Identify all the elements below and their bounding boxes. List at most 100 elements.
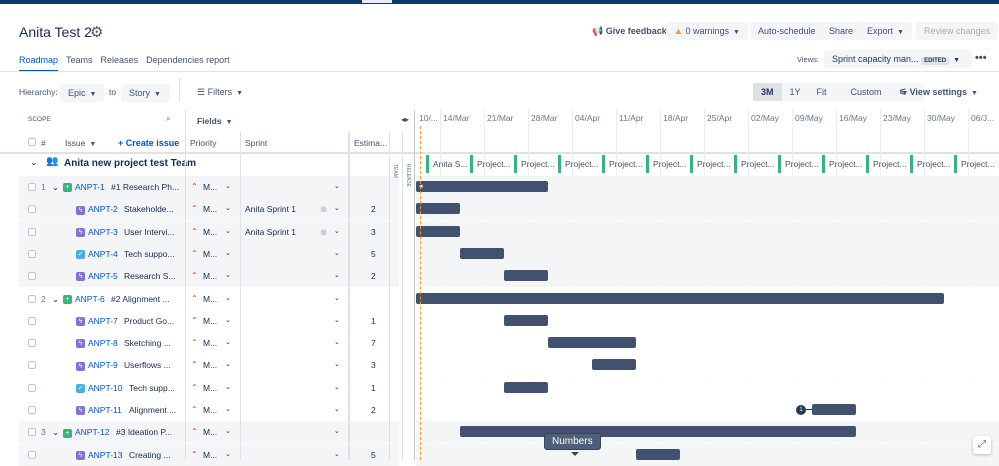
issue-key[interactable]: ANPT-13 <box>88 444 123 466</box>
schedule-bar[interactable] <box>416 292 944 304</box>
table-row[interactable]: 2 ⌄ + ANPT-6 #2 Alignment ... ⌃ M... ⌄ ⌄ <box>0 287 999 310</box>
issue-key[interactable]: ANPT-8 <box>88 332 118 354</box>
issue-summary[interactable]: Product Go... <box>124 310 185 332</box>
estimate-value[interactable]: 2 <box>371 265 376 287</box>
warnings-button[interactable]: ▲ 0 warnings ▼ <box>666 22 748 40</box>
schedule-bar[interactable] <box>504 270 548 282</box>
row-checkbox[interactable] <box>28 428 36 437</box>
issue-summary[interactable]: Stakeholde... <box>124 198 185 220</box>
table-row[interactable]: ϟ ANPT-3 User Intervi... ⌃ M... ⌄ Anita … <box>0 220 999 243</box>
issue-summary[interactable]: Sketching ... <box>124 332 185 354</box>
chevron-down-icon[interactable]: ⌄ <box>334 243 340 265</box>
more-icon[interactable]: ••• <box>975 52 987 64</box>
estimate-value[interactable]: 5 <box>371 243 376 265</box>
row-checkbox[interactable] <box>28 272 36 281</box>
issue-summary[interactable]: Tech supp... <box>129 377 185 399</box>
table-row[interactable]: ✓ ANPT-10 Tech supp... ⌃ M... ⌄ ⌄ 1 <box>0 376 999 399</box>
row-checkbox[interactable] <box>28 227 36 236</box>
priority-value[interactable]: M... <box>203 221 217 243</box>
chevron-down-icon[interactable]: ⌄ <box>334 354 340 376</box>
sprint-marker[interactable]: Anita S... <box>426 155 468 173</box>
chevron-down-icon[interactable]: ⌄ <box>225 221 231 243</box>
auto-schedule-button[interactable]: Auto-schedule <box>750 22 824 40</box>
select-all-checkbox[interactable] <box>28 138 36 146</box>
give-feedback-button[interactable]: 📢 Give feedback <box>592 22 667 40</box>
chevron-down-icon[interactable]: ⌄ <box>225 310 231 332</box>
issue-key[interactable]: ANPT-11 <box>88 399 122 421</box>
chevron-down-icon[interactable]: ⌄ <box>225 265 231 287</box>
sprint-marker[interactable]: Project... <box>954 155 995 173</box>
chevron-down-icon[interactable]: ⌄ <box>334 421 340 443</box>
priority-value[interactable]: M... <box>203 310 217 332</box>
chevron-down-icon[interactable]: ⌄ <box>334 377 340 399</box>
chevron-down-icon[interactable]: ⌄ <box>334 198 340 220</box>
chevron-down-icon[interactable]: ⌄ <box>225 444 231 466</box>
issue-header[interactable]: Issue ▼ <box>65 138 96 148</box>
priority-value[interactable]: M... <box>203 354 217 376</box>
issue-key[interactable]: ANPT-1 <box>75 176 105 198</box>
priority-value[interactable]: M... <box>203 265 217 287</box>
chevron-down-icon[interactable]: ⌄ <box>52 288 59 310</box>
share-button[interactable]: Share <box>821 22 862 40</box>
search-icon[interactable]: ⌕ <box>166 113 171 124</box>
chevron-down-icon[interactable]: ⌄ <box>334 310 340 332</box>
issue-key[interactable]: ANPT-5 <box>88 265 118 287</box>
chevron-down-icon[interactable]: ⌄ <box>225 288 231 310</box>
issue-key[interactable]: ANPT-3 <box>88 221 118 243</box>
issue-key[interactable]: ANPT-9 <box>88 354 118 376</box>
filters-button[interactable]: ☰ Filters ▼ <box>197 87 243 98</box>
issue-summary[interactable]: User Intervi... <box>124 221 185 243</box>
chevron-down-icon[interactable]: ⌄ <box>334 221 340 243</box>
row-checkbox[interactable] <box>28 205 36 214</box>
chevron-down-icon[interactable]: ⌄ <box>334 288 340 310</box>
row-checkbox[interactable] <box>28 406 36 414</box>
issue-summary[interactable]: Creating ... <box>129 444 185 466</box>
estimate-value[interactable]: 1 <box>371 377 376 399</box>
schedule-bar[interactable] <box>812 404 856 415</box>
dependency-badge[interactable]: 1 <box>796 405 806 415</box>
row-checkbox[interactable] <box>28 183 36 191</box>
sprint-marker[interactable]: Project... <box>558 155 599 173</box>
chevron-down-icon[interactable]: ⌄ <box>52 176 59 198</box>
chevron-down-icon[interactable]: ⌄ <box>334 265 340 287</box>
estimate-value[interactable]: 5 <box>371 444 376 466</box>
fields-button[interactable]: Fields ▼ <box>197 116 233 126</box>
tab-releases[interactable]: Releases <box>101 55 139 72</box>
row-checkbox[interactable] <box>28 339 36 348</box>
chevron-down-icon[interactable]: ⌄ <box>30 157 38 168</box>
table-row[interactable]: 1 ⌄ + ANPT-1 #1 Research Ph... ⌃ M... ⌄ … <box>0 176 999 198</box>
issue-key[interactable]: ANPT-7 <box>88 310 118 332</box>
clear-icon[interactable]: ⊗ <box>320 221 327 243</box>
hierarchy-to-select[interactable]: Story ▼ <box>121 84 170 102</box>
priority-value[interactable]: M... <box>203 288 217 310</box>
chevron-down-icon[interactable]: ⌄ <box>225 332 231 354</box>
chevron-down-icon[interactable]: ⌄ <box>225 243 231 265</box>
priority-value[interactable]: M... <box>203 243 217 265</box>
range-1y[interactable]: 1Y <box>782 83 809 101</box>
estimate-value[interactable]: 1 <box>371 310 376 332</box>
issue-summary[interactable]: Userflows ... <box>124 354 185 376</box>
issue-summary[interactable]: #2 Alignment ... <box>111 288 185 310</box>
sprint-marker[interactable]: Project... <box>910 155 951 173</box>
export-button[interactable]: Export ▼ <box>859 22 912 40</box>
sprint-marker[interactable]: Project... <box>602 155 643 173</box>
views-select[interactable]: Sprint capacity man... EDITED ▼ <box>824 50 972 68</box>
estimate-value[interactable]: 3 <box>371 221 376 243</box>
priority-value[interactable]: M... <box>203 399 217 421</box>
range-3m[interactable]: 3M <box>753 83 782 101</box>
chevron-down-icon[interactable]: ⌄ <box>225 399 231 421</box>
issue-key[interactable]: ANPT-12 <box>75 421 110 443</box>
range-fit[interactable]: Fit <box>809 83 835 101</box>
clear-icon[interactable]: ⊗ <box>320 198 327 220</box>
schedule-bar[interactable] <box>416 203 460 215</box>
tab-roadmap[interactable]: Roadmap <box>19 55 59 72</box>
estimate-value[interactable]: 3 <box>371 354 376 376</box>
issue-summary[interactable]: Research S... <box>124 265 185 287</box>
schedule-bar[interactable] <box>548 337 636 349</box>
priority-value[interactable]: M... <box>203 444 217 466</box>
table-row[interactable]: ✓ ANPT-4 Tech suppo... ⌃ M... ⌄ ⌄ 5 <box>0 242 999 265</box>
chevron-down-icon[interactable]: ⌄ <box>52 421 59 443</box>
issue-summary[interactable]: #1 Research Ph... <box>111 176 185 198</box>
chevron-down-icon[interactable]: ⌄ <box>225 354 231 376</box>
chevron-down-icon[interactable]: ⌄ <box>225 421 231 443</box>
